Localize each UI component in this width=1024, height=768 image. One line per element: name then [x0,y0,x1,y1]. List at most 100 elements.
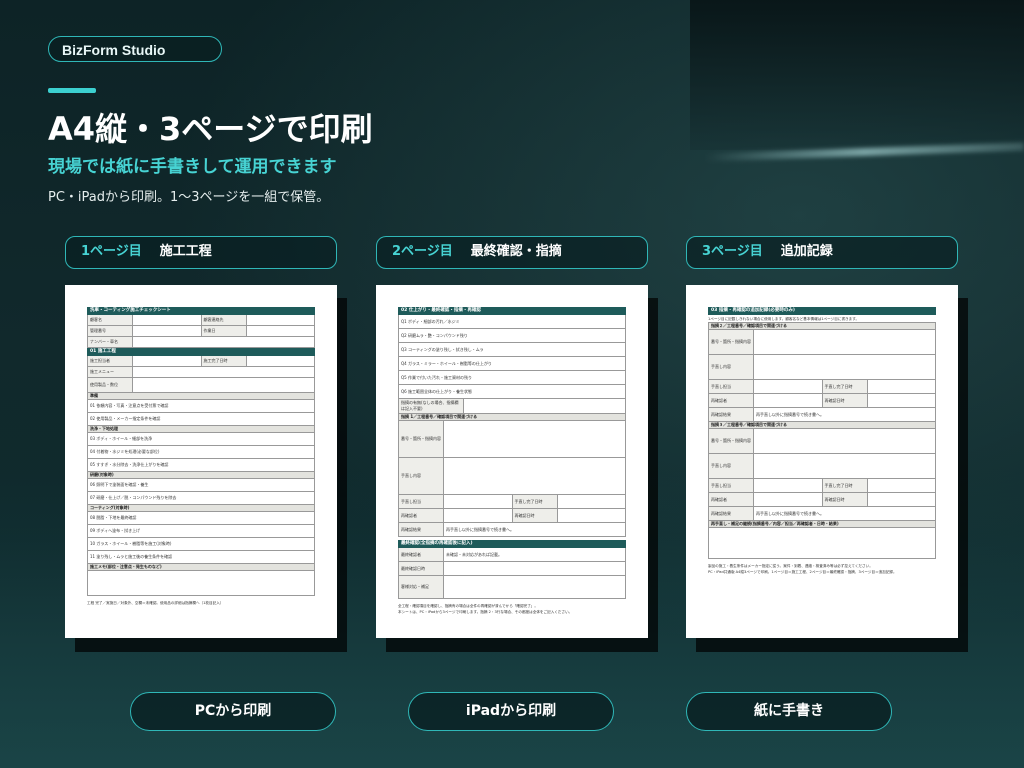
form-row: 番号・箇所・指摘内容 [708,330,936,355]
field-label: 再確認者 [709,493,754,506]
check-row: 05 すすぎ・水分除去・洗浄仕上がりを確認 [87,459,315,472]
issue-section-title: 指摘 1／工程番号／確認項目で関連づける [398,414,626,421]
form-row: 再確認者 再確認日時 [708,394,936,408]
sheet-title: 02 仕上がり・最終確認・指摘・再確認 [398,307,626,315]
page-label-2: 2ページ目 最終確認・指摘 [376,236,648,269]
field-label: 手直し担当 [709,479,754,492]
field-value [754,493,823,506]
field-label: 最終確認者 [399,548,444,561]
field-label: 再確認日時 [822,394,868,407]
check-row: Q6 施工範囲全体の仕上がり・養生状態 [398,385,626,399]
sheet-page-1: 洗車・コーティング施工チェックシート 顧客名 顧客連絡先 管理番号 作業日 ナン… [65,285,337,638]
memo-title: 再手直し・補足の継続(指摘番号／内容／担当／再確認者・日時・結果) [708,521,936,528]
form-row: 手直し担当 手直し完了日時 [708,479,936,493]
field-label: 再確認結果 [709,408,754,421]
check-item: 08 脱脂・下地を最終確認 [90,515,137,520]
check-row: 01 依頼内容・写真・注意点を受付票で確認 [87,400,315,413]
accent-bar [48,88,96,93]
section-title: 01 施工工程 [87,348,315,356]
field-label: 指摘の有無(なしの場合、指摘欄は記入不要) [399,399,464,413]
field-label: 手直し担当 [709,380,754,393]
field-label: 客様対応・補足 [399,576,444,598]
memo-box [87,571,315,596]
field-label: 再確認日時 [822,493,868,506]
check-row: 04 付着物・水ジミを処理(必要な部位) [87,446,315,459]
field-value: 再手直し以外に指摘番号で続き書へ。 [756,510,824,516]
field-label: 管理番号 [88,326,133,336]
field-label: 番号・箇所・指摘内容 [709,330,754,354]
field-label: 使用製品・数位 [88,378,133,392]
field-label: 番号・箇所・指摘内容 [399,421,444,457]
print-ipad-button[interactable]: iPadから印刷 [408,692,614,731]
check-row: 11 塗り残し・ムラと施工後の養生条件を確認 [87,551,315,564]
field-label: 手直し完了日時 [822,479,868,492]
page-subtitle: 現場では紙に手書きして運用できます [48,157,337,177]
field-label: 施工完了日時 [201,356,247,366]
check-item: 07 研磨・仕上げ／脱・コンパウンド残りを除去 [90,495,177,500]
memo-box [708,528,936,559]
check-row: 08 脱脂・下地を最終確認 [87,512,315,525]
sheet-page-2: 02 仕上がり・最終確認・指摘・再確認 Q1 ボディ・細部の汚れ／水ジミ Q2 … [376,285,648,638]
page-name: 施工工程 [159,244,212,259]
sheet-title: 洗車・コーティング施工チェックシート [87,307,315,315]
issue-block-title: 指摘２／工程番号／確認項目で関連づける [708,322,936,330]
group-title: コーティング(対象時) [87,505,315,512]
handwrite-paper-button[interactable]: 紙に手書き [686,692,892,731]
check-row: 02 使用製品・メーカー指定条件を確認 [87,413,315,426]
check-row: 06 照明下で塗装面を確認・養生 [87,479,315,492]
field-label: 最終確認日時 [399,562,444,575]
check-item: Q5 作業で付いた汚れ・施工資材の残り [401,374,472,380]
form-row: 再確認結果 再手直し以外に指摘番号で続き書へ。 [708,408,936,422]
form-row: 客様対応・補足 [398,576,626,599]
form-row: 手直し担当 手直し完了日時 [398,495,626,509]
sheet-footer-note: 工程 完了／実施日／対象外、空欄＝未確認。使用品の詳細は指摘欄へ（1枚目記入） [87,601,224,605]
form-row: 手直し内容 [708,355,936,380]
page-title: A4縦・3ページで印刷 [48,110,373,148]
check-item: 06 照明下で塗装面を確認・養生 [90,482,149,487]
field-label: 顧客連絡先 [201,315,247,325]
field-value [247,315,315,325]
check-item: 05 すすぎ・水分除去・洗浄仕上がりを確認 [90,462,169,467]
field-value: 未確認・未対応があれば記載。 [446,551,502,557]
field-value: 再手直し以外に指摘番号で続き書へ。 [446,526,514,532]
field-value [754,355,935,379]
form-row: ナンバー・車名 [87,337,315,348]
page-number: 3ページ目 [702,244,763,259]
field-label: 手直し完了日時 [512,495,558,508]
form-row: 管理番号 作業日 [87,326,315,337]
field-value [247,356,315,366]
check-row: Q2 研磨ムラ・艶・コンパウンド残り [398,329,626,343]
form-row: 施工メニュー [87,367,315,378]
form-row: 手直し内容 [398,458,626,495]
check-item: Q4 ガラス・ミラー・ホイール・樹脂等の仕上がり [401,360,492,366]
field-label: 再確認結果 [399,523,444,536]
field-value [133,356,202,366]
page-number: 2ページ目 [392,244,453,259]
field-value [133,326,202,336]
check-row: Q3 コーティングの塗り残し・拭き残し・ムラ [398,343,626,357]
field-label: ナンバー・車名 [88,337,133,347]
form-row: 再確認者 再確認日時 [708,493,936,507]
check-item: 11 塗り残し・ムラと施工後の養生条件を確認 [90,554,173,559]
form-row: 再確認結果 再手直し以外に指摘番号で続き書へ。 [708,507,936,521]
field-value [133,378,314,392]
check-item: Q2 研磨ムラ・艶・コンパウンド残り [401,332,468,338]
field-label: 手直し内容 [709,355,754,379]
form-row: 指摘の有無(なしの場合、指摘欄は記入不要) [398,399,626,414]
sheet-note: 本シートは、PC・iPadから3ページで印刷します。指摘 2・3行な場合、その都… [398,610,573,614]
print-pc-button[interactable]: PCから印刷 [130,692,336,731]
field-value [444,509,513,522]
check-item: Q3 コーティングの塗り残し・拭き残し・ムラ [401,346,484,352]
field-value [868,493,936,506]
field-value [754,330,935,354]
field-value [444,421,625,457]
field-value [868,479,936,492]
check-item: 04 付着物・水ジミを処理(必要な部位) [90,449,160,454]
field-value [444,562,625,575]
field-label: 再確認日時 [512,509,558,522]
memo-area [709,528,935,558]
check-row: Q4 ガラス・ミラー・ホイール・樹脂等の仕上がり [398,357,626,371]
field-value [558,509,626,522]
group-title: 研磨(対象時) [87,472,315,479]
field-label: 手直し内容 [709,454,754,478]
